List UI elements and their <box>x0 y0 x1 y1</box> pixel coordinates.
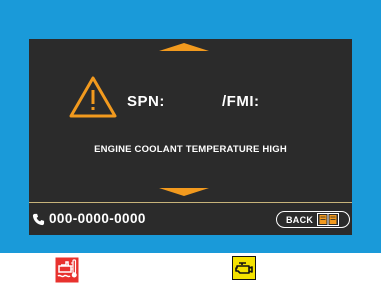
fault-message: ENGINE COOLANT TEMPERATURE HIGH <box>94 144 287 155</box>
display-bezel: SPN: /FMI: ENGINE COOLANT TEMPERATURE HI… <box>0 0 381 253</box>
scroll-down-arrow-icon[interactable] <box>159 188 209 196</box>
fmi-label: /FMI: <box>222 93 260 110</box>
back-button-label: BACK <box>286 214 314 225</box>
spn-label: SPN: <box>127 93 165 110</box>
book-icon <box>317 213 340 226</box>
warning-triangle-icon <box>69 76 117 118</box>
display-screen: SPN: /FMI: ENGINE COOLANT TEMPERATURE HI… <box>29 39 352 235</box>
back-button[interactable]: BACK <box>276 211 350 228</box>
footer-divider <box>29 202 352 203</box>
phone-icon <box>32 213 45 226</box>
check-engine-icon <box>232 256 256 280</box>
coolant-temperature-icon <box>55 257 79 283</box>
scroll-up-arrow-icon[interactable] <box>159 43 209 51</box>
phone-number: 000-0000-0000 <box>49 211 146 226</box>
